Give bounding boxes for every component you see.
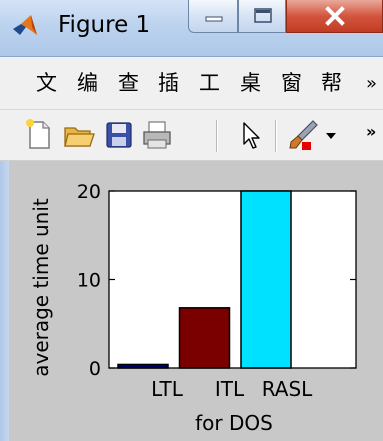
figure-canvas: 0 10 20 LTL ITL RASL average time unit for D… xyxy=(0,161,383,441)
menu-overflow-icon[interactable]: » xyxy=(366,73,377,94)
y-axis-label: average time unit xyxy=(29,198,53,377)
menu-window[interactable]: 窗 xyxy=(281,71,302,95)
menu-view[interactable]: 查 xyxy=(118,71,139,95)
dropdown-arrow-icon[interactable] xyxy=(323,118,339,152)
open-file-icon[interactable] xyxy=(62,118,96,152)
menu-bar: 文 编 查 插 工 桌 窗 帮 » xyxy=(0,57,383,110)
x-tick-label: ITL xyxy=(215,377,245,401)
window-title-bar[interactable]: Figure 1 xyxy=(0,0,383,57)
plot-area xyxy=(108,190,357,369)
maximize-button[interactable] xyxy=(238,0,286,33)
new-figure-icon[interactable] xyxy=(22,118,56,152)
menu-tools[interactable]: 工 xyxy=(199,71,220,95)
window-left-border xyxy=(0,161,9,441)
x-axis-label: for DOS xyxy=(195,411,273,435)
pointer-icon[interactable] xyxy=(234,118,268,152)
toolbar-separator xyxy=(216,120,218,152)
y-tick-label: 0 xyxy=(89,358,101,380)
toolbar-separator xyxy=(275,120,277,152)
matlab-logo-icon xyxy=(13,15,37,35)
bar-rasl xyxy=(240,190,292,369)
close-button[interactable] xyxy=(286,0,383,33)
bar-chart: 0 10 20 LTL ITL RASL average time unit for D… xyxy=(29,181,357,435)
window-controls xyxy=(188,0,383,34)
x-axis-ticks: LTL ITL RASL xyxy=(151,377,313,401)
menu-help[interactable]: 帮 xyxy=(321,71,342,95)
brush-icon[interactable] xyxy=(286,118,320,152)
toolbar-overflow-icon[interactable]: » xyxy=(366,122,376,141)
x-tick-label: LTL xyxy=(151,377,184,401)
bar-ltl xyxy=(117,363,169,369)
print-icon[interactable] xyxy=(140,118,174,152)
y-tick-label: 20 xyxy=(77,181,101,203)
save-icon[interactable] xyxy=(102,118,136,152)
close-icon xyxy=(325,6,345,26)
menu-desktop[interactable]: 桌 xyxy=(240,71,261,95)
minimize-icon xyxy=(205,16,223,22)
window-title: Figure 1 xyxy=(58,12,151,38)
maximize-icon xyxy=(254,8,272,23)
menu-file[interactable]: 文 xyxy=(36,71,57,95)
toolbar: » xyxy=(0,110,383,161)
menu-edit[interactable]: 编 xyxy=(77,71,98,95)
menu-insert[interactable]: 插 xyxy=(158,71,179,95)
minimize-button[interactable] xyxy=(188,0,238,33)
y-tick-label: 10 xyxy=(77,270,101,292)
bar-itl xyxy=(178,307,231,369)
x-tick-label: RASL xyxy=(262,377,313,401)
